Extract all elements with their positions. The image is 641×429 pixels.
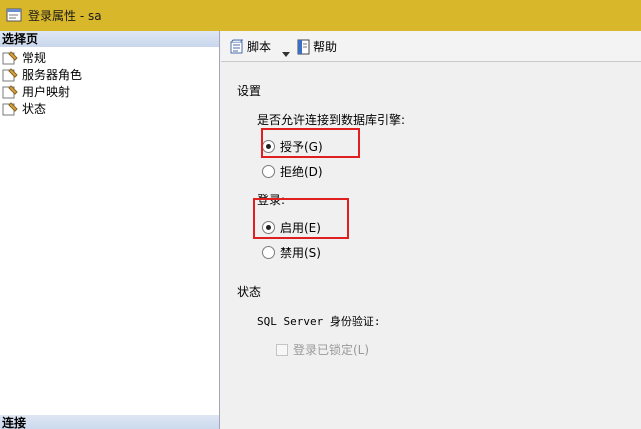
disabled-radio[interactable]: 禁用(S) (262, 244, 321, 261)
help-label: 帮助 (313, 40, 338, 54)
page-item-label: 常规 (22, 51, 47, 65)
status-section-title: 状态 (237, 285, 262, 299)
title-bar: 登录属性 - sa (0, 0, 641, 31)
select-page-header: 选择页 (0, 31, 219, 47)
radio-circle (262, 165, 275, 178)
page-item-server-roles[interactable]: 服务器角色 (2, 67, 82, 84)
chevron-down-icon (282, 52, 290, 57)
script-button[interactable]: 脚本 (229, 38, 271, 56)
script-label: 脚本 (247, 40, 272, 54)
db-engine-question: 是否允许连接到数据库引擎: (257, 113, 406, 127)
script-dropdown-button[interactable] (282, 41, 292, 59)
connection-header: 连接 (0, 415, 219, 429)
script-icon (230, 39, 244, 54)
page-item-label: 服务器角色 (22, 68, 83, 82)
checkbox-box (276, 343, 288, 356)
toolbar: 脚本 帮助 (221, 31, 641, 62)
deny-label: 拒绝(D) (280, 165, 323, 179)
page-item-label: 状态 (22, 102, 47, 116)
disabled-label: 禁用(S) (280, 246, 321, 260)
grant-highlight-box (261, 128, 360, 158)
window-title: 登录属性 - sa (28, 9, 102, 23)
settings-section-title: 设置 (237, 84, 262, 98)
status-page-content: 设置 是否允许连接到数据库引擎: 授予(G) 拒绝(D) 登录: 启用(E) 禁… (221, 62, 641, 429)
page-wrench-icon (2, 68, 18, 82)
page-list: 常规 服务器角色 用户映射 状态 (2, 50, 82, 118)
deny-radio[interactable]: 拒绝(D) (262, 163, 323, 180)
enabled-highlight-box (253, 198, 349, 239)
help-button[interactable]: 帮助 (297, 38, 337, 56)
page-wrench-icon (2, 85, 18, 99)
login-locked-label: 登录已锁定(L) (293, 343, 370, 357)
page-item-label: 用户映射 (22, 85, 71, 99)
page-item-user-mapping[interactable]: 用户映射 (2, 84, 82, 101)
select-page-pane: 选择页 常规 服务器角色 用户映射 状态 连接 (0, 31, 220, 429)
window-app-icon (6, 8, 22, 22)
page-item-general[interactable]: 常规 (2, 50, 82, 67)
login-locked-checkbox[interactable]: 登录已锁定(L) (276, 341, 369, 358)
help-book-icon (297, 39, 310, 55)
page-item-status[interactable]: 状态 (2, 101, 82, 118)
page-wrench-icon (2, 51, 18, 65)
sql-auth-label: SQL Server 身份验证: (257, 315, 381, 328)
radio-circle (262, 246, 275, 259)
page-wrench-icon (2, 102, 18, 116)
